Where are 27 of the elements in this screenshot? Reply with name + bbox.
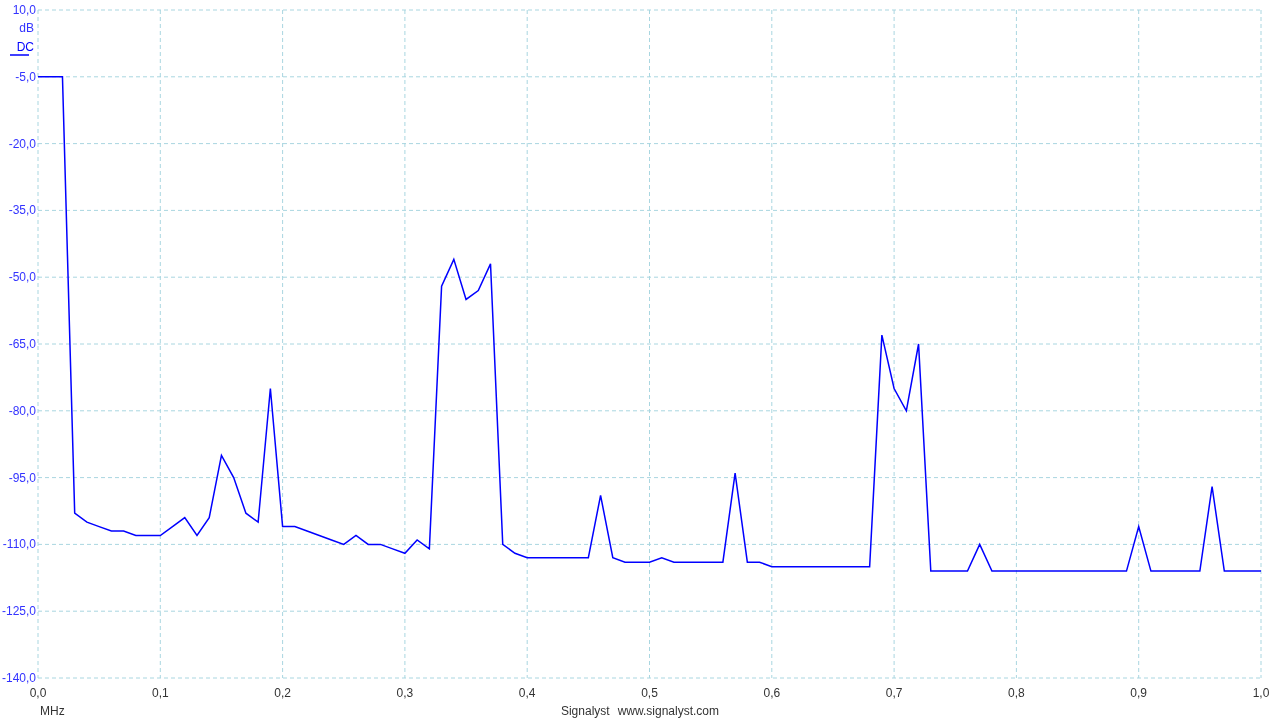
x-axis-unit: MHz bbox=[40, 704, 65, 718]
y-tick-label: -65,0 bbox=[8, 337, 36, 351]
legend-label: DC bbox=[16, 40, 34, 54]
x-tick-label: 0,7 bbox=[885, 686, 903, 700]
y-tick-label: -95,0 bbox=[8, 470, 36, 485]
x-tick-label: 0,0 bbox=[29, 686, 47, 700]
y-tick-label: -140,0 bbox=[1, 671, 36, 685]
y-tick-label: -125,0 bbox=[1, 604, 36, 619]
y-axis-unit: dB bbox=[19, 21, 34, 35]
y-tick-label: -35,0 bbox=[8, 203, 36, 218]
x-tick-label: 0,4 bbox=[518, 686, 536, 700]
x-tick-label: 0,8 bbox=[1008, 686, 1025, 700]
website-url: www.signalyst.com bbox=[617, 703, 720, 720]
app-name: Signalyst bbox=[560, 703, 610, 720]
y-tick-label: -20,0 bbox=[8, 136, 36, 151]
x-tick-label: 0,3 bbox=[396, 686, 414, 700]
x-tick-label: 1,0 bbox=[1252, 686, 1270, 700]
y-tick-label: -50,0 bbox=[8, 270, 36, 285]
x-tick-label: 0,1 bbox=[151, 686, 169, 700]
x-tick-label: 0,2 bbox=[274, 686, 291, 700]
x-tick-label: 0,6 bbox=[763, 686, 781, 700]
y-tick-label: 10,0 bbox=[12, 3, 36, 17]
x-tick-label: 0,9 bbox=[1130, 686, 1148, 700]
y-tick-label: -5,0 bbox=[15, 69, 36, 84]
y-tick-label: -80,0 bbox=[8, 403, 36, 418]
y-tick-label: -110,0 bbox=[2, 537, 36, 552]
x-tick-label: 0,5 bbox=[641, 686, 658, 700]
